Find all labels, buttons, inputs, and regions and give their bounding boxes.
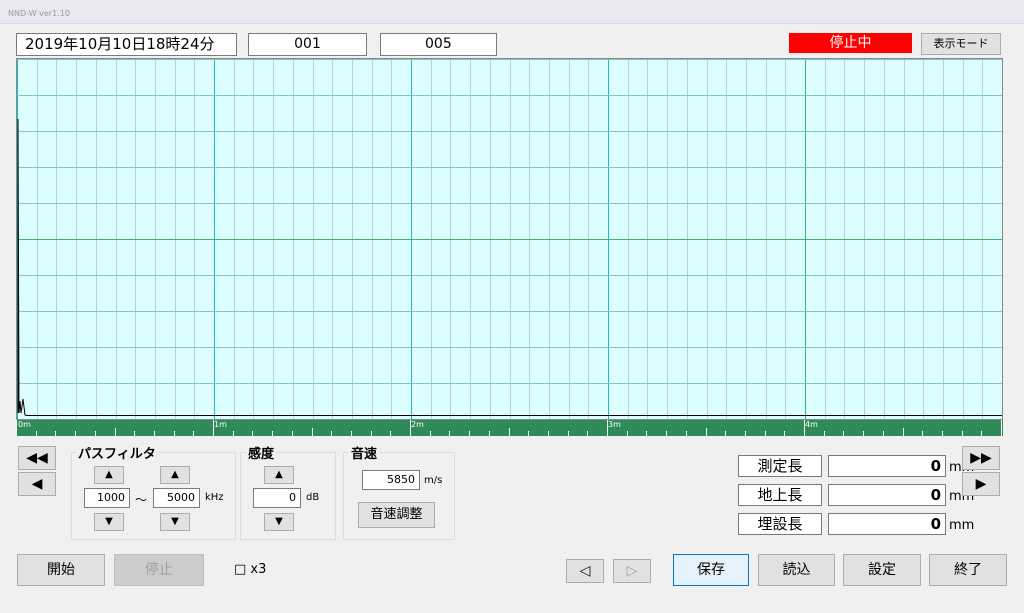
bandpass-unit: kHz bbox=[205, 492, 224, 503]
sound-speed-adjust-button[interactable]: 音速調整 bbox=[358, 502, 435, 528]
sensitivity-input[interactable]: 0 bbox=[253, 488, 301, 508]
sensitivity-title: 感度 bbox=[246, 443, 277, 462]
bandpass-high-input[interactable]: 5000 bbox=[153, 488, 200, 508]
next-button[interactable]: ▶ bbox=[962, 472, 1000, 496]
start-button[interactable]: 開始 bbox=[17, 554, 105, 586]
measured-length-value: 0 bbox=[828, 455, 946, 477]
scale-ticks bbox=[16, 420, 1002, 436]
previous-button[interactable]: ◀ bbox=[18, 472, 56, 496]
bandpass-low-down-button[interactable]: ▼ bbox=[94, 513, 124, 531]
waveform-grid bbox=[17, 59, 1002, 419]
sound-speed-input[interactable]: 5850 bbox=[362, 470, 420, 490]
buried-length-label: 埋設長 bbox=[738, 513, 822, 535]
distance-scale: 0m 1m 2m 3m 4m bbox=[16, 420, 1003, 436]
load-button[interactable]: 読込 bbox=[758, 554, 835, 586]
sensitivity-down-button[interactable]: ▼ bbox=[264, 513, 294, 531]
bandpass-high-up-button[interactable]: ▲ bbox=[160, 466, 190, 484]
above-ground-length-label: 地上長 bbox=[738, 484, 822, 506]
datetime-display: 2019年10月10日18時24分 bbox=[16, 33, 237, 56]
sound-speed-title: 音速 bbox=[349, 443, 380, 462]
scale-label-2m: 2m bbox=[411, 420, 424, 429]
status-indicator: 停止中 bbox=[789, 33, 912, 53]
bandpass-filter-title: パスフィルタ bbox=[76, 443, 158, 462]
scale-label-1m: 1m bbox=[214, 420, 227, 429]
above-ground-length-value: 0 bbox=[828, 484, 946, 506]
sensitivity-up-button[interactable]: ▲ bbox=[264, 466, 294, 484]
x3-checkbox[interactable]: □ x3 bbox=[234, 562, 266, 577]
range-separator: 〜 bbox=[135, 493, 148, 507]
save-button[interactable]: 保存 bbox=[673, 554, 749, 586]
display-mode-button[interactable]: 表示モード bbox=[921, 33, 1001, 55]
measured-length-label: 測定長 bbox=[738, 455, 822, 477]
page-next-button: ▷ bbox=[613, 559, 651, 583]
bandpass-low-input[interactable]: 1000 bbox=[84, 488, 130, 508]
buried-length-value: 0 bbox=[828, 513, 946, 535]
sound-speed-unit: m/s bbox=[424, 475, 443, 486]
scale-label-0m: 0m bbox=[18, 420, 31, 429]
page-prev-button[interactable]: ◁ bbox=[566, 559, 604, 583]
scale-label-4m: 4m bbox=[805, 420, 818, 429]
file-number-field[interactable]: 001 bbox=[248, 33, 367, 56]
settings-button[interactable]: 設定 bbox=[843, 554, 921, 586]
buried-length-unit: mm bbox=[949, 518, 975, 533]
sequence-number-field[interactable]: 005 bbox=[380, 33, 497, 56]
last-page-button[interactable]: ▶▶ bbox=[962, 446, 1000, 470]
exit-button[interactable]: 終了 bbox=[929, 554, 1007, 586]
waveform-graph bbox=[16, 58, 1003, 420]
bandpass-low-up-button[interactable]: ▲ bbox=[94, 466, 124, 484]
scale-label-3m: 3m bbox=[608, 420, 621, 429]
bandpass-high-down-button[interactable]: ▼ bbox=[160, 513, 190, 531]
title-bar: NND-W ver1.10 bbox=[0, 0, 1024, 24]
sensitivity-unit: dB bbox=[306, 492, 320, 503]
first-page-button[interactable]: ◀◀ bbox=[18, 446, 56, 470]
app-title: NND-W ver1.10 bbox=[8, 9, 70, 18]
stop-button: 停止 bbox=[114, 554, 204, 586]
